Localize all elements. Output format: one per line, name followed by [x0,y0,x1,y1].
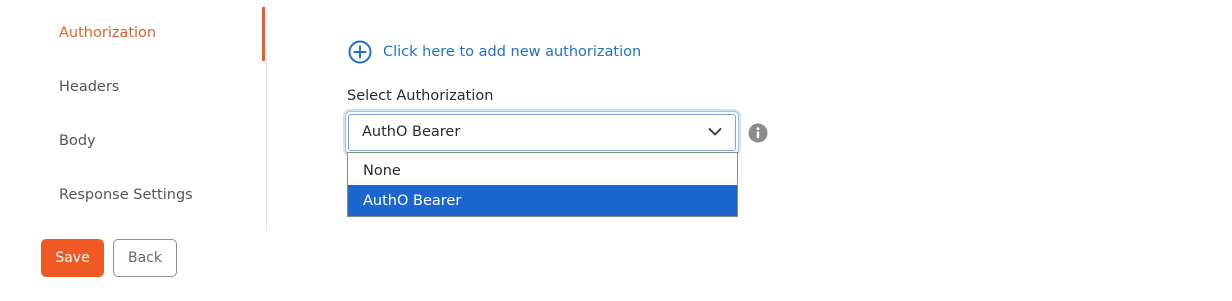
sidebar-item-authorization[interactable]: Authorization [59,25,156,41]
save-button[interactable]: Save [41,239,104,277]
option-none[interactable]: None [348,155,737,186]
page: Authorization Headers Body Response Sett… [0,0,1232,301]
sidebar-item-headers[interactable]: Headers [59,79,119,95]
chevron-down-icon [708,128,722,136]
plus-circle-icon [348,40,372,64]
add-authorization-link[interactable]: Click here to add new authorization [348,40,641,64]
sidebar: Authorization Headers Body Response Sett… [0,7,267,231]
authorization-options-list: None AuthO Bearer [347,152,738,217]
option-autho-bearer[interactable]: AuthO Bearer [348,185,737,216]
sidebar-item-response-settings[interactable]: Response Settings [59,187,193,203]
sidebar-item-body[interactable]: Body [59,133,96,149]
select-authorization-label: Select Authorization [347,88,494,104]
add-authorization-label: Click here to add new authorization [383,44,642,60]
info-icon[interactable] [748,123,768,143]
back-button[interactable]: Back [113,239,177,277]
active-indicator [262,7,265,61]
select-value: AuthO Bearer [362,124,461,140]
authorization-select[interactable]: AuthO Bearer [345,111,739,154]
